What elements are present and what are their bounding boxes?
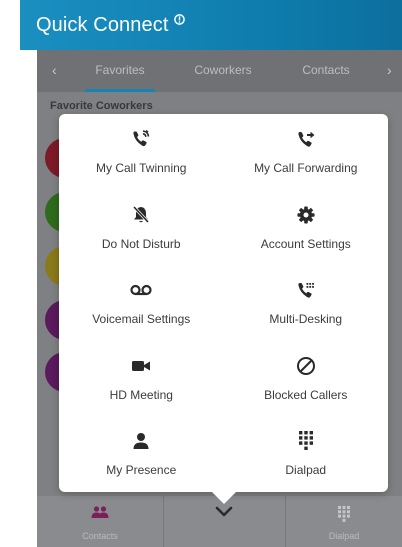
voicemail-icon: [130, 279, 152, 301]
section-label: Favorite Coworkers: [50, 100, 153, 112]
call-forwarding-icon: [295, 128, 317, 150]
menu-item-label: Voicemail Settings: [92, 312, 191, 327]
tab-contacts[interactable]: Contacts: [291, 50, 361, 92]
dialpad-nav-button[interactable]: Dialpad: [286, 496, 402, 547]
contacts-icon: [91, 506, 109, 520]
dialpad-icon: [295, 430, 317, 452]
page-title: Quick Connect: [36, 13, 169, 36]
tab-bar: ‹ Favorites Coworkers Contacts ›: [37, 50, 402, 92]
my-call-twinning-button[interactable]: My Call Twinning: [59, 114, 224, 190]
contacts-nav-label: Contacts: [82, 531, 118, 541]
menu-item-label: Multi-Desking: [269, 312, 343, 327]
chevron-down-icon[interactable]: [215, 504, 233, 522]
popup-pointer: [211, 491, 237, 504]
multi-desking-icon: [295, 279, 317, 301]
voicemail-settings-button[interactable]: Voicemail Settings: [59, 265, 224, 341]
tab-favorites[interactable]: Favorites: [85, 50, 155, 92]
menu-item-label: Dialpad: [285, 463, 327, 478]
dialpad-button[interactable]: Dialpad: [224, 416, 389, 492]
info-circle-icon[interactable]: [174, 12, 186, 30]
call-twinning-icon: [130, 128, 152, 150]
menu-item-label: My Call Twinning: [96, 161, 187, 175]
do-not-disturb-button[interactable]: Do Not Disturb: [59, 190, 224, 266]
menu-item-label: My Presence: [106, 463, 177, 478]
menu-item-label: My Call Forwarding: [254, 161, 358, 175]
menu-item-label: Account Settings: [260, 236, 351, 251]
tab-scroll-right-icon[interactable]: ›: [387, 50, 392, 90]
menu-item-label: Blocked Callers: [264, 387, 348, 402]
account-settings-button[interactable]: Account Settings: [224, 190, 389, 266]
tab-coworkers[interactable]: Coworkers: [188, 50, 258, 92]
contacts-nav-button[interactable]: Contacts: [37, 496, 163, 547]
person-icon: [130, 430, 152, 452]
menu-item-label: HD Meeting: [109, 387, 173, 402]
dialpad-nav-label: Dialpad: [328, 531, 360, 541]
my-presence-button[interactable]: My Presence: [59, 416, 224, 492]
multi-desking-button[interactable]: Multi-Desking: [224, 265, 389, 341]
blocked-callers-button[interactable]: Blocked Callers: [224, 341, 389, 417]
app-header: Quick Connect: [20, 0, 402, 50]
video-camera-icon: [130, 355, 152, 377]
gear-icon: [295, 204, 317, 226]
hd-meeting-button[interactable]: HD Meeting: [59, 341, 224, 417]
menu-item-label: Do Not Disturb: [101, 236, 181, 251]
quick-connect-menu: My Call Twinning My Call Forwarding Do N…: [59, 114, 388, 492]
dialpad-icon: [338, 506, 350, 524]
my-call-forwarding-button[interactable]: My Call Forwarding: [224, 114, 389, 190]
do-not-disturb-icon: [130, 204, 152, 226]
blocked-icon: [295, 355, 317, 377]
tab-scroll-left-icon[interactable]: ‹: [52, 50, 57, 90]
